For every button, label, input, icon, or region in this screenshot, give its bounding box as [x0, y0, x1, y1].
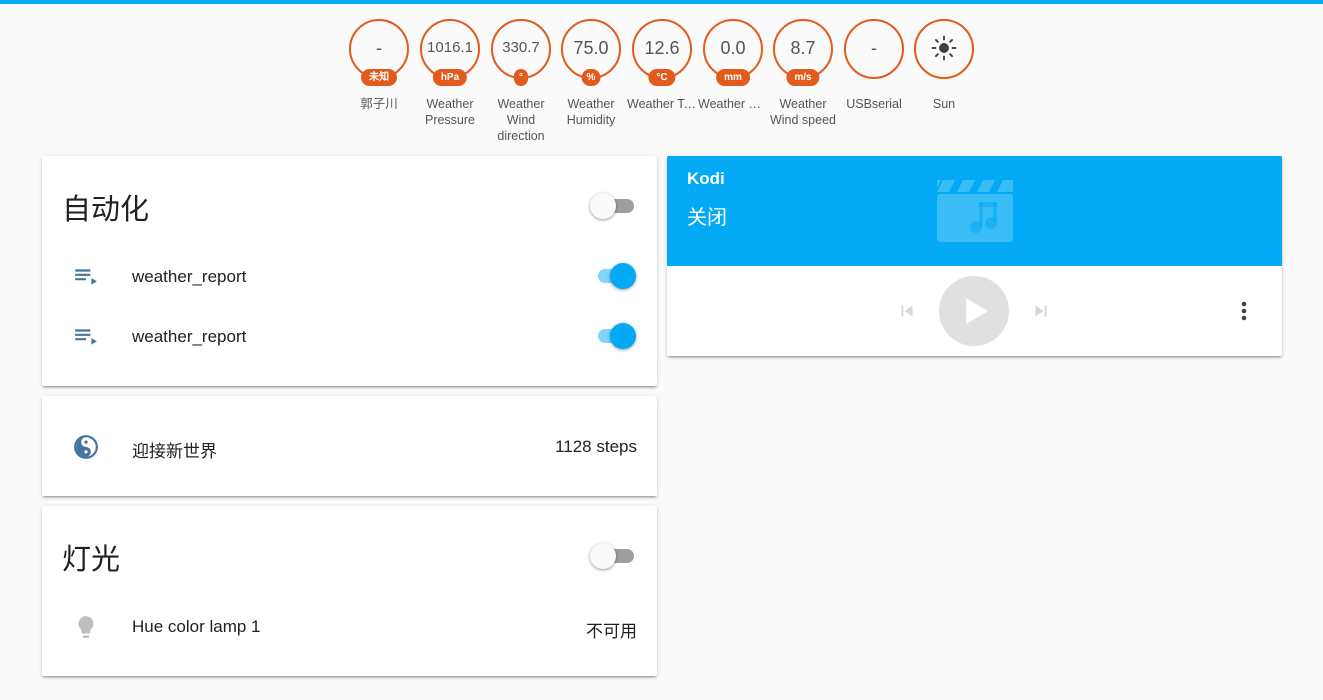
play-button[interactable] [939, 276, 1009, 346]
light-card: 灯光 Hue color lamp 1 不可用 [42, 506, 657, 676]
light-label: Hue color lamp 1 [132, 617, 261, 636]
badge-unit: hPa [432, 69, 468, 86]
badge-label: USBserial [846, 97, 902, 111]
badge-value: 12.6 [644, 37, 680, 58]
automation-toggle[interactable] [590, 263, 636, 289]
playlist-play-icon [75, 269, 97, 285]
kodi-media-card: Kodi 关闭 [667, 156, 1282, 356]
badge-ring: 0.0 mm [703, 19, 763, 86]
skip-next-icon[interactable] [1030, 300, 1052, 322]
badge-ring: 8.7 m/s [773, 19, 833, 86]
media-player-state: 关闭 [687, 205, 727, 229]
automation-label: weather_report [132, 327, 247, 346]
list-item[interactable]: 迎接新世界 1128 steps [42, 426, 657, 466]
badge-ring [914, 19, 974, 79]
badge-label: Sun [932, 97, 956, 111]
automation-master-toggle[interactable] [590, 193, 636, 219]
badge-label: Weather Precipitat... [698, 97, 768, 111]
badge-value: 330.7 [502, 39, 540, 56]
badge-value: 8.7 [790, 37, 816, 58]
badge-wind-speed[interactable]: 8.7 m/s Weather Wind speed [768, 19, 838, 128]
badge-value: - [871, 37, 877, 58]
badge-label: Weather Humidity [566, 97, 616, 127]
badge-ring: - 未知 [349, 19, 409, 86]
badge-person[interactable]: - 未知 郭子川 [344, 19, 414, 112]
badge-ring: - [844, 19, 904, 79]
badge-usbserial[interactable]: - USBserial [839, 19, 909, 112]
badge-ring: 75.0 % [561, 19, 621, 86]
badge-value: - [376, 37, 382, 58]
list-item[interactable]: weather_report [42, 316, 657, 356]
automation-label: weather_report [132, 267, 247, 286]
skip-previous-icon[interactable] [896, 300, 918, 322]
badge-ring: 330.7 ° [491, 19, 551, 86]
badge-value: 75.0 [573, 37, 609, 58]
top-accent-bar [0, 0, 1323, 4]
card-title: 自动化 [62, 192, 150, 226]
steps-value: 1128 steps [555, 437, 637, 456]
automation-card: 自动化 weather_report weather_report [42, 156, 657, 386]
playlist-play-icon [75, 329, 97, 345]
media-player-name: Kodi [687, 169, 725, 188]
list-item[interactable]: Hue color lamp 1 不可用 [42, 606, 657, 646]
badge-wind-direction[interactable]: 330.7 ° Weather Wind direction [486, 19, 556, 144]
badge-ring: 1016.1 hPa [420, 19, 480, 86]
badge-unit: mm [716, 69, 750, 86]
light-master-toggle[interactable] [590, 543, 636, 569]
badge-humidity[interactable]: 75.0 % Weather Humidity [556, 19, 626, 128]
more-vert-icon[interactable] [1232, 299, 1256, 323]
badge-unit: 未知 [361, 69, 397, 86]
badge-unit: m/s [786, 69, 820, 86]
automation-toggle[interactable] [590, 323, 636, 349]
music-video-icon [937, 180, 1013, 242]
badge-ring: 12.6 °C [632, 19, 692, 86]
play-icon [966, 298, 988, 324]
badge-label: Weather Temperat... [627, 97, 697, 111]
badge-value: 0.0 [720, 37, 746, 58]
badge-label: Weather Pressure [424, 97, 476, 127]
badge-pressure[interactable]: 1016.1 hPa Weather Pressure [415, 19, 485, 128]
badge-sun[interactable]: Sun [909, 19, 979, 112]
list-item[interactable]: weather_report [42, 256, 657, 296]
badge-label: Weather Wind speed [769, 97, 836, 127]
badge-label: 郭子川 [360, 97, 398, 111]
card-title: 灯光 [62, 542, 121, 576]
yin-yang-icon [74, 435, 98, 459]
badge-value: 1016.1 [427, 39, 473, 56]
badges-row: - 未知 郭子川 1016.1 hPa Weather Pressure 330… [344, 19, 984, 144]
badge-precipitation[interactable]: 0.0 mm Weather Precipitat... [698, 19, 768, 112]
badge-unit: % [581, 69, 601, 86]
lightbulb-icon [78, 616, 94, 638]
media-header: Kodi 关闭 [667, 156, 1282, 266]
steps-label: 迎接新世界 [132, 442, 217, 461]
badge-temperature[interactable]: 12.6 °C Weather Temperat... [627, 19, 697, 112]
sun-icon [931, 35, 957, 61]
badge-unit: °C [648, 69, 676, 86]
badge-label: Weather Wind direction [497, 97, 545, 143]
steps-card: 迎接新世界 1128 steps [42, 396, 657, 496]
badge-unit: ° [514, 69, 528, 86]
light-state: 不可用 [586, 622, 637, 641]
